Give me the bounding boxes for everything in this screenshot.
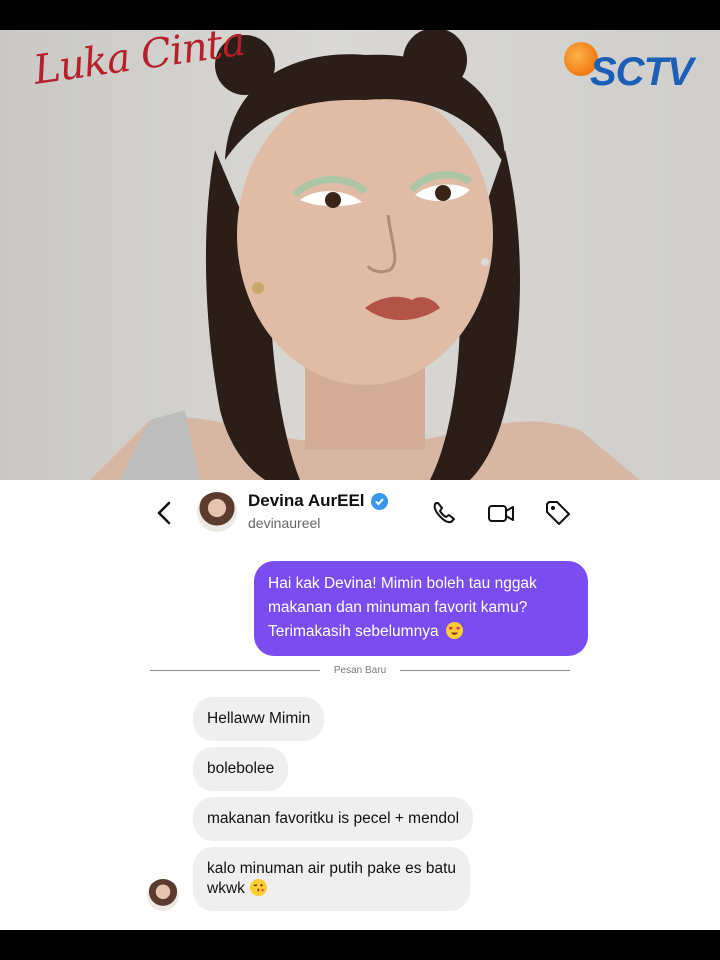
incoming-message[interactable]: makanan favoritku is pecel + mendol [193, 797, 474, 841]
outgoing-text-line: Hai kak Devina! Mimin boleh tau nggak [268, 575, 537, 592]
video-call-icon[interactable] [486, 498, 516, 528]
incoming-message[interactable]: kalo minuman air putih pake es batu wkwk [193, 847, 471, 911]
divider-label: Pesan Baru [333, 664, 387, 676]
channel-logo: SCTV [564, 40, 704, 94]
incoming-message[interactable]: Hellaww Mimin [193, 697, 325, 741]
tag-icon[interactable] [543, 498, 573, 528]
outgoing-text-line: makanan dan minuman favorit kamu? [268, 599, 528, 616]
kiss-emoji-icon [250, 879, 268, 896]
divider-line [400, 669, 571, 671]
contact-name: Devina AurEEl [248, 491, 365, 510]
outgoing-text-line: Terimakasih sebelumnya [268, 623, 439, 640]
portrait-illustration [90, 30, 640, 480]
outgoing-message[interactable]: Hai kak Devina! Mimin boleh tau nggak ma… [254, 561, 588, 656]
divider-line [150, 669, 320, 671]
avatar[interactable] [197, 492, 237, 532]
phone-icon[interactable] [429, 498, 459, 528]
new-messages-divider: Pesan Baru [150, 662, 571, 678]
heart-eyes-emoji-icon [445, 622, 463, 639]
incoming-text-line: wkwk [207, 880, 245, 897]
channel-name: SCTV [590, 50, 694, 94]
app-frame: Luka Cinta SCTV Devina AurEEl devinauree… [0, 30, 720, 930]
back-icon[interactable] [150, 498, 180, 528]
chat-header: Devina AurEEl devinaureel [0, 480, 720, 550]
contact-handle: devinaureel [248, 515, 321, 531]
incoming-text-line: kalo minuman air putih pake es batu [207, 860, 457, 877]
profile-photo: Luka Cinta SCTV [0, 30, 720, 480]
verified-badge-icon [370, 492, 388, 510]
sender-avatar[interactable] [147, 879, 179, 911]
incoming-message[interactable]: bolebolee [193, 747, 289, 791]
contact-name-row[interactable]: Devina AurEEl [248, 491, 388, 511]
